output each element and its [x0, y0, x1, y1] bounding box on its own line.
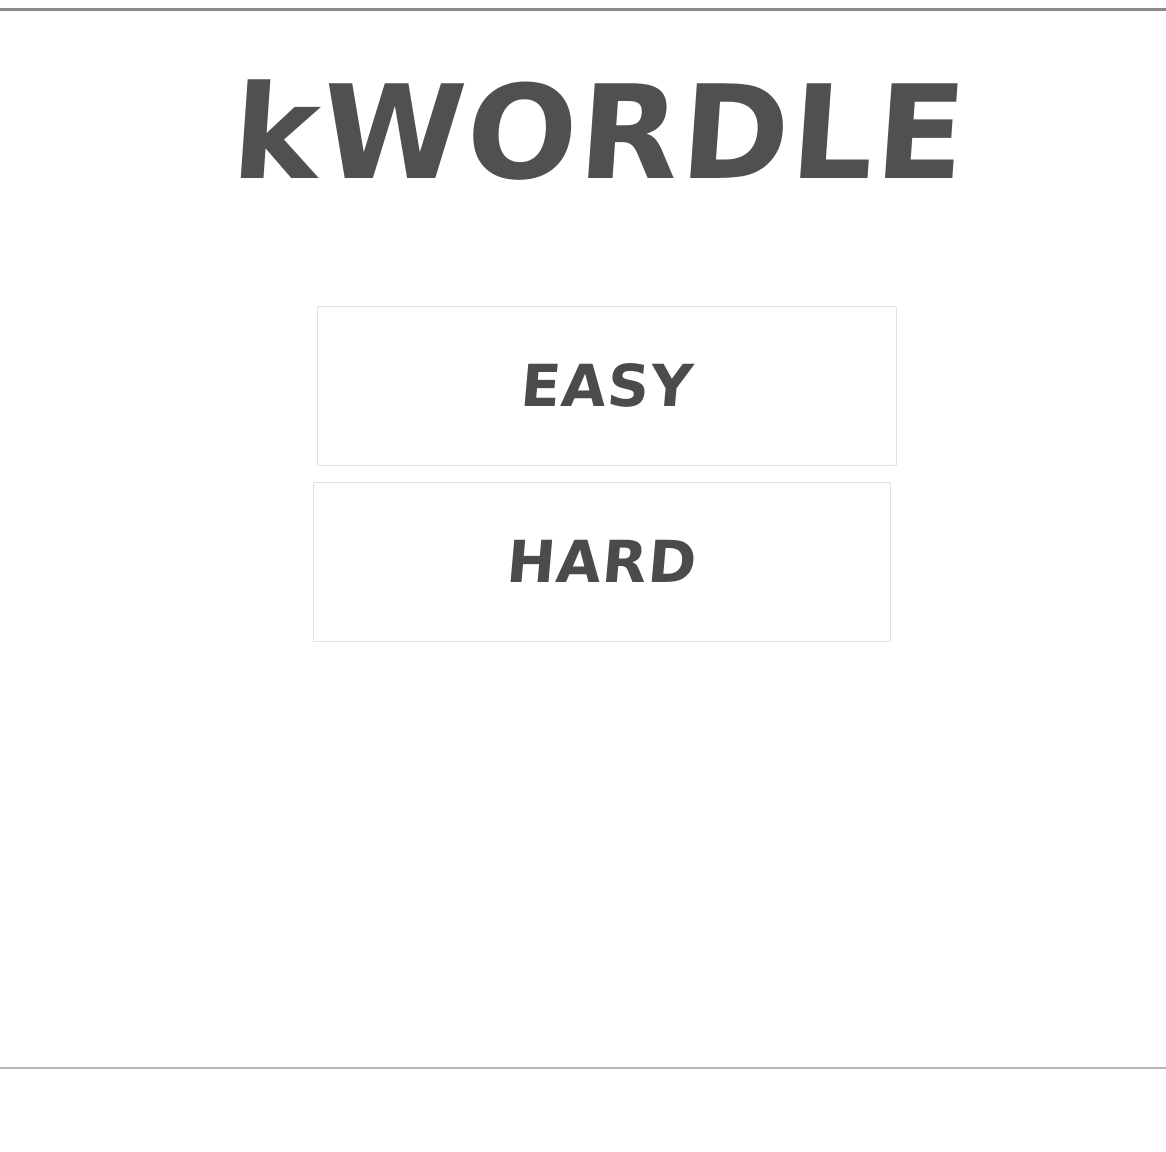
bottom-frame-line: [0, 1067, 1166, 1069]
hard-mode-label: HARD: [503, 528, 701, 596]
hard-mode-button[interactable]: HARD: [313, 482, 891, 642]
easy-mode-button[interactable]: EASY: [317, 306, 897, 466]
easy-mode-label: EASY: [517, 352, 697, 420]
top-frame-line: [0, 8, 1166, 11]
game-title: kWORDLE: [227, 57, 973, 209]
